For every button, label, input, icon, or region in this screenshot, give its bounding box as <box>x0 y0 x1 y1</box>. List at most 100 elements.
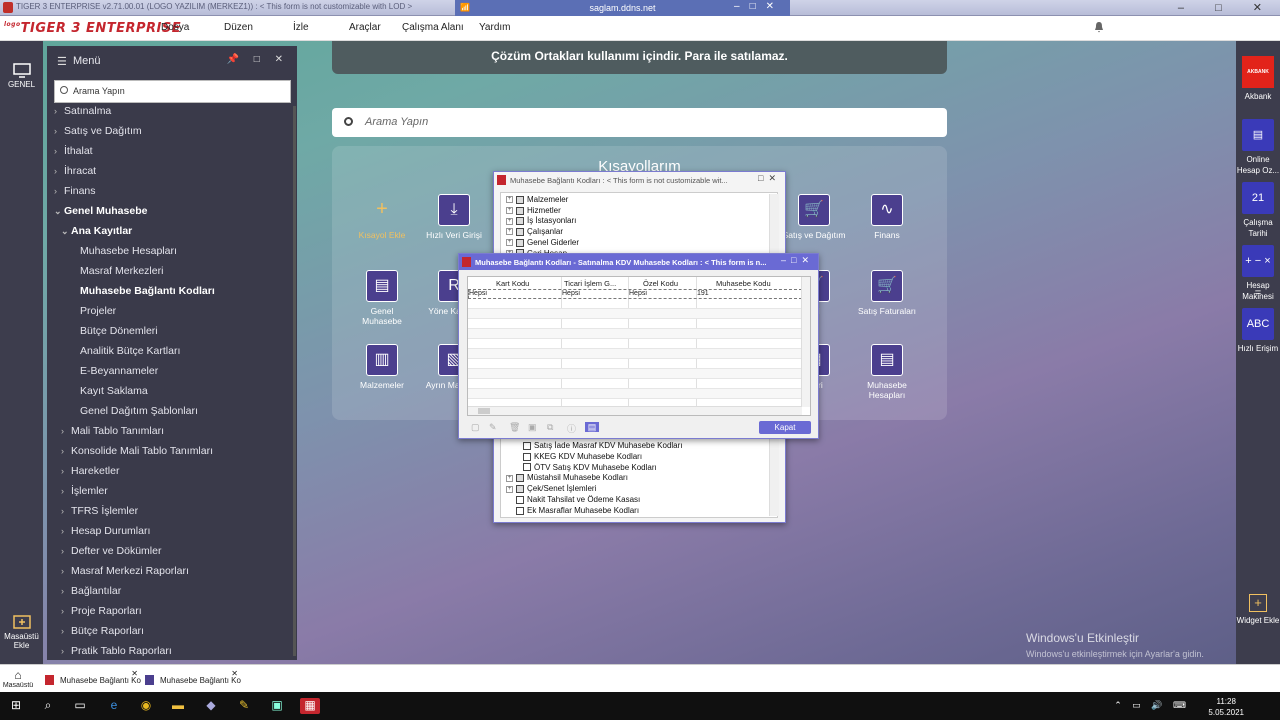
menu-item-mali-tablo-tanimlari[interactable]: › Mali Tablo Tanımları <box>61 425 164 437</box>
filter-icon[interactable]: ▤ <box>585 422 599 432</box>
masaustu-ekle-button[interactable]: Masaüstü Ekle <box>0 615 43 650</box>
menu-item-pratik-tablo-raporlari[interactable]: › Pratik Tablo Raporları <box>61 645 172 657</box>
menu-izle[interactable]: İzle <box>293 22 309 33</box>
tree-node[interactable]: + Hizmetler <box>506 206 561 215</box>
menu-item-butce-donemleri[interactable]: Bütçe Dönemleri <box>80 325 158 337</box>
task-view-icon[interactable]: ▭ <box>72 698 88 714</box>
grid-hscroll[interactable] <box>468 406 802 415</box>
menu-item-ihracat[interactable]: › İhracat <box>54 165 96 177</box>
rightstrip-online-hesap-oz[interactable]: ▤ Online Hesap Oz... <box>1236 119 1280 176</box>
clock[interactable]: 11:28 5.05.2021 <box>1208 696 1244 718</box>
checkbox[interactable] <box>516 485 524 494</box>
app-icon-generic[interactable]: ◆ <box>203 698 219 714</box>
checkbox[interactable] <box>516 506 524 515</box>
menu-item-projeler[interactable]: Projeler <box>80 305 116 317</box>
tree-node[interactable]: Nakit Tahsilat ve Ödeme Kasası <box>506 495 640 504</box>
menu-panel-controls[interactable]: 📌 □ ✕ <box>227 54 289 65</box>
tree-node[interactable]: Ek Masraflar Muhasebe Kodları <box>506 506 639 515</box>
menu-item-kayit-saklama[interactable]: Kayıt Saklama <box>80 385 148 397</box>
menu-scrollbar[interactable] <box>293 106 296 656</box>
expand-icon[interactable]: + <box>506 228 513 236</box>
menu-item-genel-dagitim-sablonlari[interactable]: Genel Dağıtım Şablonları <box>80 405 198 417</box>
menu-item-finans[interactable]: › Finans <box>54 185 96 197</box>
system-tray[interactable]: ⌃ ▭ 🔊 ⌨ <box>1114 700 1190 711</box>
checkbox[interactable] <box>516 206 524 215</box>
checkbox[interactable] <box>516 217 524 226</box>
checkbox[interactable] <box>516 495 524 504</box>
menu-item-hesap-durumlari[interactable]: › Hesap Durumları <box>61 525 150 537</box>
dialog-controls[interactable]: –□✕ <box>781 255 814 266</box>
remote-session-bar[interactable]: 📶 saglam.ddns.net –□✕ <box>455 0 790 16</box>
menu-item-e-beyannameler[interactable]: E-Beyannameler <box>80 365 158 377</box>
shortcut-hizli-veri-girisi[interactable]: ⤓ Hızlı Veri Girişi <box>422 194 486 240</box>
shortcut-finans[interactable]: ∿ Finans <box>855 194 919 240</box>
folder-icon[interactable]: ▬ <box>170 698 186 714</box>
tree-node[interactable]: + Müstahsil Muhasebe Kodları <box>506 473 628 482</box>
rightstrip-widget-ekle[interactable]: + Widget Ekle <box>1236 594 1280 626</box>
expand-icon[interactable]: + <box>506 239 513 247</box>
tree-node[interactable]: + İş İstasyonları <box>506 216 576 225</box>
tiger-app-icon[interactable]: ▦ <box>300 698 320 714</box>
tab-muhasebe-baglanti-1[interactable]: Muhasebe Bağlantı Ko ✕ <box>40 669 141 691</box>
grid-cell[interactable]: Hepsi <box>469 290 487 297</box>
new-icon[interactable]: ▢ <box>471 422 481 432</box>
menu-duzen[interactable]: Düzen <box>224 22 253 33</box>
rightstrip-calisma-tarihi[interactable]: 21 Çalışma Tarihi <box>1236 182 1280 239</box>
checkbox[interactable] <box>516 195 524 204</box>
menu-yardim[interactable]: Yardım <box>479 22 511 33</box>
tab-muhasebe-baglanti-2[interactable]: Muhasebe Bağlantı Ko ✕ <box>140 669 241 691</box>
home-tab[interactable]: ⌂ Masaüstü <box>0 668 36 689</box>
menu-item-satinalma[interactable]: › Satınalma <box>54 106 111 117</box>
scroll-thumb[interactable] <box>478 408 490 414</box>
tree-node[interactable]: ÖTV Satış KDV Muhasebe Kodları <box>523 463 657 472</box>
tree-node[interactable]: + Malzemeler <box>506 195 568 204</box>
genel-button[interactable]: GENEL <box>0 63 43 89</box>
edit-icon[interactable]: ✎ <box>489 422 499 432</box>
expand-icon[interactable]: + <box>506 196 513 204</box>
rightstrip-akbank[interactable]: AKBANK Akbank <box>1236 56 1280 102</box>
rightstrip-hesap-makinesi[interactable]: + − × = Hesap Makinesi <box>1236 245 1280 302</box>
rightstrip-hizli-erisim[interactable]: ABC Hızlı Erişim <box>1236 308 1280 354</box>
search-icon[interactable]: ⌕ <box>40 698 56 714</box>
expand-icon[interactable]: + <box>506 485 513 493</box>
shortcut-kisayol-ekle[interactable]: + Kısayol Ekle <box>350 194 414 240</box>
shortcut-muhasebe-hesaplari[interactable]: ▤ Muhasebe Hesapları <box>855 344 919 400</box>
tree-node[interactable]: Satış İade Masraf KDV Muhasebe Kodları <box>523 441 683 450</box>
menu-item-masraf-merkezi-raporlari[interactable]: › Masraf Merkezi Raporları <box>61 565 189 577</box>
menu-dosya[interactable]: Dosya <box>161 22 189 33</box>
checkbox[interactable] <box>523 463 531 472</box>
chrome-icon[interactable]: ◉ <box>138 698 154 714</box>
checkbox[interactable] <box>516 238 524 247</box>
menu-search-input[interactable]: Arama Yapın <box>54 80 291 103</box>
main-search-input[interactable]: Arama Yapın <box>332 108 947 137</box>
notes-icon[interactable]: ✎ <box>236 698 252 714</box>
shortcut-satis-ve-dagitim[interactable]: 🛒 Satış ve Dağıtım <box>782 194 846 240</box>
copy-icon[interactable]: ⧉ <box>547 422 557 432</box>
view-icon[interactable]: ▣ <box>528 422 538 432</box>
dialog-controls[interactable]: □✕ <box>758 173 781 184</box>
grid-cell[interactable]: Hepsi <box>562 290 580 297</box>
menu-item-hareketler[interactable]: › Hareketler <box>61 465 119 477</box>
shortcut-genel-muhasebe[interactable]: ▤ Genel Muhasebe <box>350 270 414 326</box>
grid-header-ticari-islem-g[interactable]: Ticari İşlem G... <box>564 279 616 288</box>
menu-calisma-alani[interactable]: Çalışma Alanı <box>402 22 464 33</box>
menu-item-ana-kayitlar[interactable]: ⌄ Ana Kayıtlar <box>61 225 132 237</box>
grid-header-muhasebe-kodu[interactable]: Muhasebe Kodu <box>716 279 771 288</box>
grid-header-kart-kodu[interactable]: Kart Kodu <box>496 279 529 288</box>
menu-araclar[interactable]: Araçlar <box>349 22 381 33</box>
shortcut-malzemeler[interactable]: ▥ Malzemeler <box>350 344 414 390</box>
bell-icon[interactable] <box>1093 21 1105 33</box>
menu-item-ithalat[interactable]: › İthalat <box>54 145 93 157</box>
info-icon[interactable]: ⓘ <box>567 422 577 434</box>
menu-item-proje-raporlari[interactable]: › Proje Raporları <box>61 605 142 617</box>
menu-item-masraf-merkezleri[interactable]: Masraf Merkezleri <box>80 265 163 277</box>
window-controls[interactable]: – □ ✕ <box>1178 1 1276 14</box>
tree-node[interactable]: KKEG KDV Muhasebe Kodları <box>523 452 642 461</box>
menu-item-defter-ve-dokumler[interactable]: › Defter ve Dökümler <box>61 545 161 557</box>
menu-item-tfrs-islemler[interactable]: › TFRS İşlemler <box>61 505 138 517</box>
menu-item-konsolide-mali-tablo-tanimlari[interactable]: › Konsolide Mali Tablo Tanımları <box>61 445 213 457</box>
tree-node[interactable]: + Çalışanlar <box>506 227 563 236</box>
tool-icon[interactable]: ▣ <box>269 698 285 714</box>
tree-node[interactable]: + Çek/Senet İşlemleri <box>506 484 596 493</box>
hamburger-icon[interactable]: ☰ <box>57 55 67 68</box>
